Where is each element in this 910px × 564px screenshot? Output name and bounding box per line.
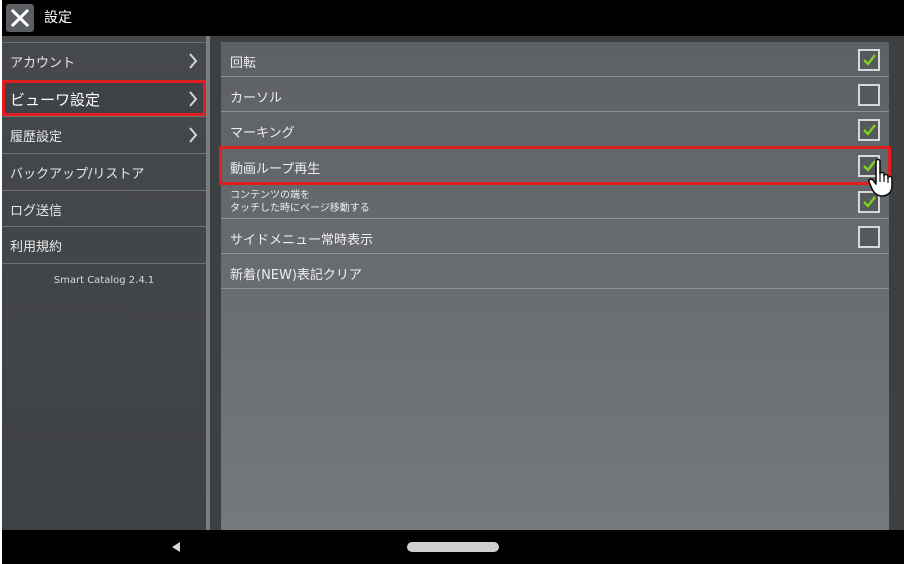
setting-row-rotation[interactable]: 回転	[221, 42, 889, 77]
sidebar-divider	[206, 36, 210, 530]
setting-label: カーソル	[230, 91, 283, 106]
top-bar: 設定	[2, 0, 904, 36]
side-menu-checkbox[interactable]	[858, 226, 880, 248]
sidebar: アカウント ビューワ設定 履歴設定 バックアップ/リストア ログ送信 利用規約 …	[2, 36, 206, 530]
setting-label: コンテンツの端を タッチした時にページ移動する	[230, 189, 370, 215]
sidebar-item-label: 利用規約	[10, 240, 63, 255]
rotation-checkbox[interactable]	[858, 49, 880, 71]
setting-label-line2: タッチした時にページ移動する	[230, 203, 370, 214]
settings-panel: 回転 カーソル マーキング 動画ループ再生 コンテンツの端を タッチした時にペー…	[219, 42, 891, 530]
sidebar-item-label: 履歴設定	[10, 130, 63, 145]
app-version: Smart Catalog 2.4.1	[53, 275, 155, 286]
sidebar-item-terms[interactable]: 利用規約	[2, 226, 206, 264]
system-nav-bar	[2, 530, 904, 564]
android-screen: 設定 アカウント ビューワ設定 履歴設定 バックアップ/リストア ログ送信 利用…	[2, 0, 904, 564]
setting-row-cursor[interactable]: カーソル	[221, 77, 889, 112]
check-icon	[863, 54, 876, 66]
sidebar-item-label: バックアップ/リストア	[10, 167, 145, 182]
sidebar-item-account[interactable]: アカウント	[2, 42, 206, 78]
setting-label-line1: コンテンツの端を	[230, 190, 310, 201]
sidebar-item-label: アカウント	[10, 56, 76, 71]
home-pill-icon[interactable]	[407, 542, 499, 552]
chevron-right-icon	[189, 127, 198, 143]
setting-label: マーキング	[230, 126, 295, 141]
setting-label: 新着(NEW)表記クリア	[230, 268, 362, 283]
setting-row-video-loop[interactable]: 動画ループ再生	[219, 146, 891, 185]
setting-label: 動画ループ再生	[230, 162, 321, 177]
setting-row-marking[interactable]: マーキング	[221, 112, 889, 147]
page-title: 設定	[44, 10, 72, 26]
chevron-right-icon	[189, 53, 198, 69]
sidebar-item-viewer-settings[interactable]: ビューワ設定	[2, 80, 206, 116]
chevron-right-icon	[189, 91, 198, 107]
close-icon	[11, 9, 29, 27]
setting-row-side-menu[interactable]: サイドメニュー常時表示	[221, 219, 889, 254]
sidebar-item-label: ログ送信	[10, 204, 63, 219]
hand-pointer-icon	[868, 158, 893, 197]
setting-row-clear-new[interactable]: 新着(NEW)表記クリア	[221, 254, 889, 289]
setting-label: 回転	[230, 56, 257, 71]
setting-row-edge-page-turn[interactable]: コンテンツの端を タッチした時にページ移動する	[221, 184, 889, 219]
setting-label: サイドメニュー常時表示	[230, 233, 374, 248]
sidebar-item-history-settings[interactable]: 履歴設定	[2, 116, 206, 152]
close-button[interactable]	[6, 4, 34, 32]
cursor-checkbox[interactable]	[858, 84, 880, 106]
back-triangle-icon[interactable]	[170, 541, 182, 553]
marking-checkbox[interactable]	[858, 119, 880, 141]
sidebar-item-label: ビューワ設定	[10, 91, 101, 109]
check-icon	[863, 124, 876, 136]
sidebar-item-backup-restore[interactable]: バックアップ/リストア	[2, 153, 206, 189]
sidebar-item-log-send[interactable]: ログ送信	[2, 190, 206, 226]
